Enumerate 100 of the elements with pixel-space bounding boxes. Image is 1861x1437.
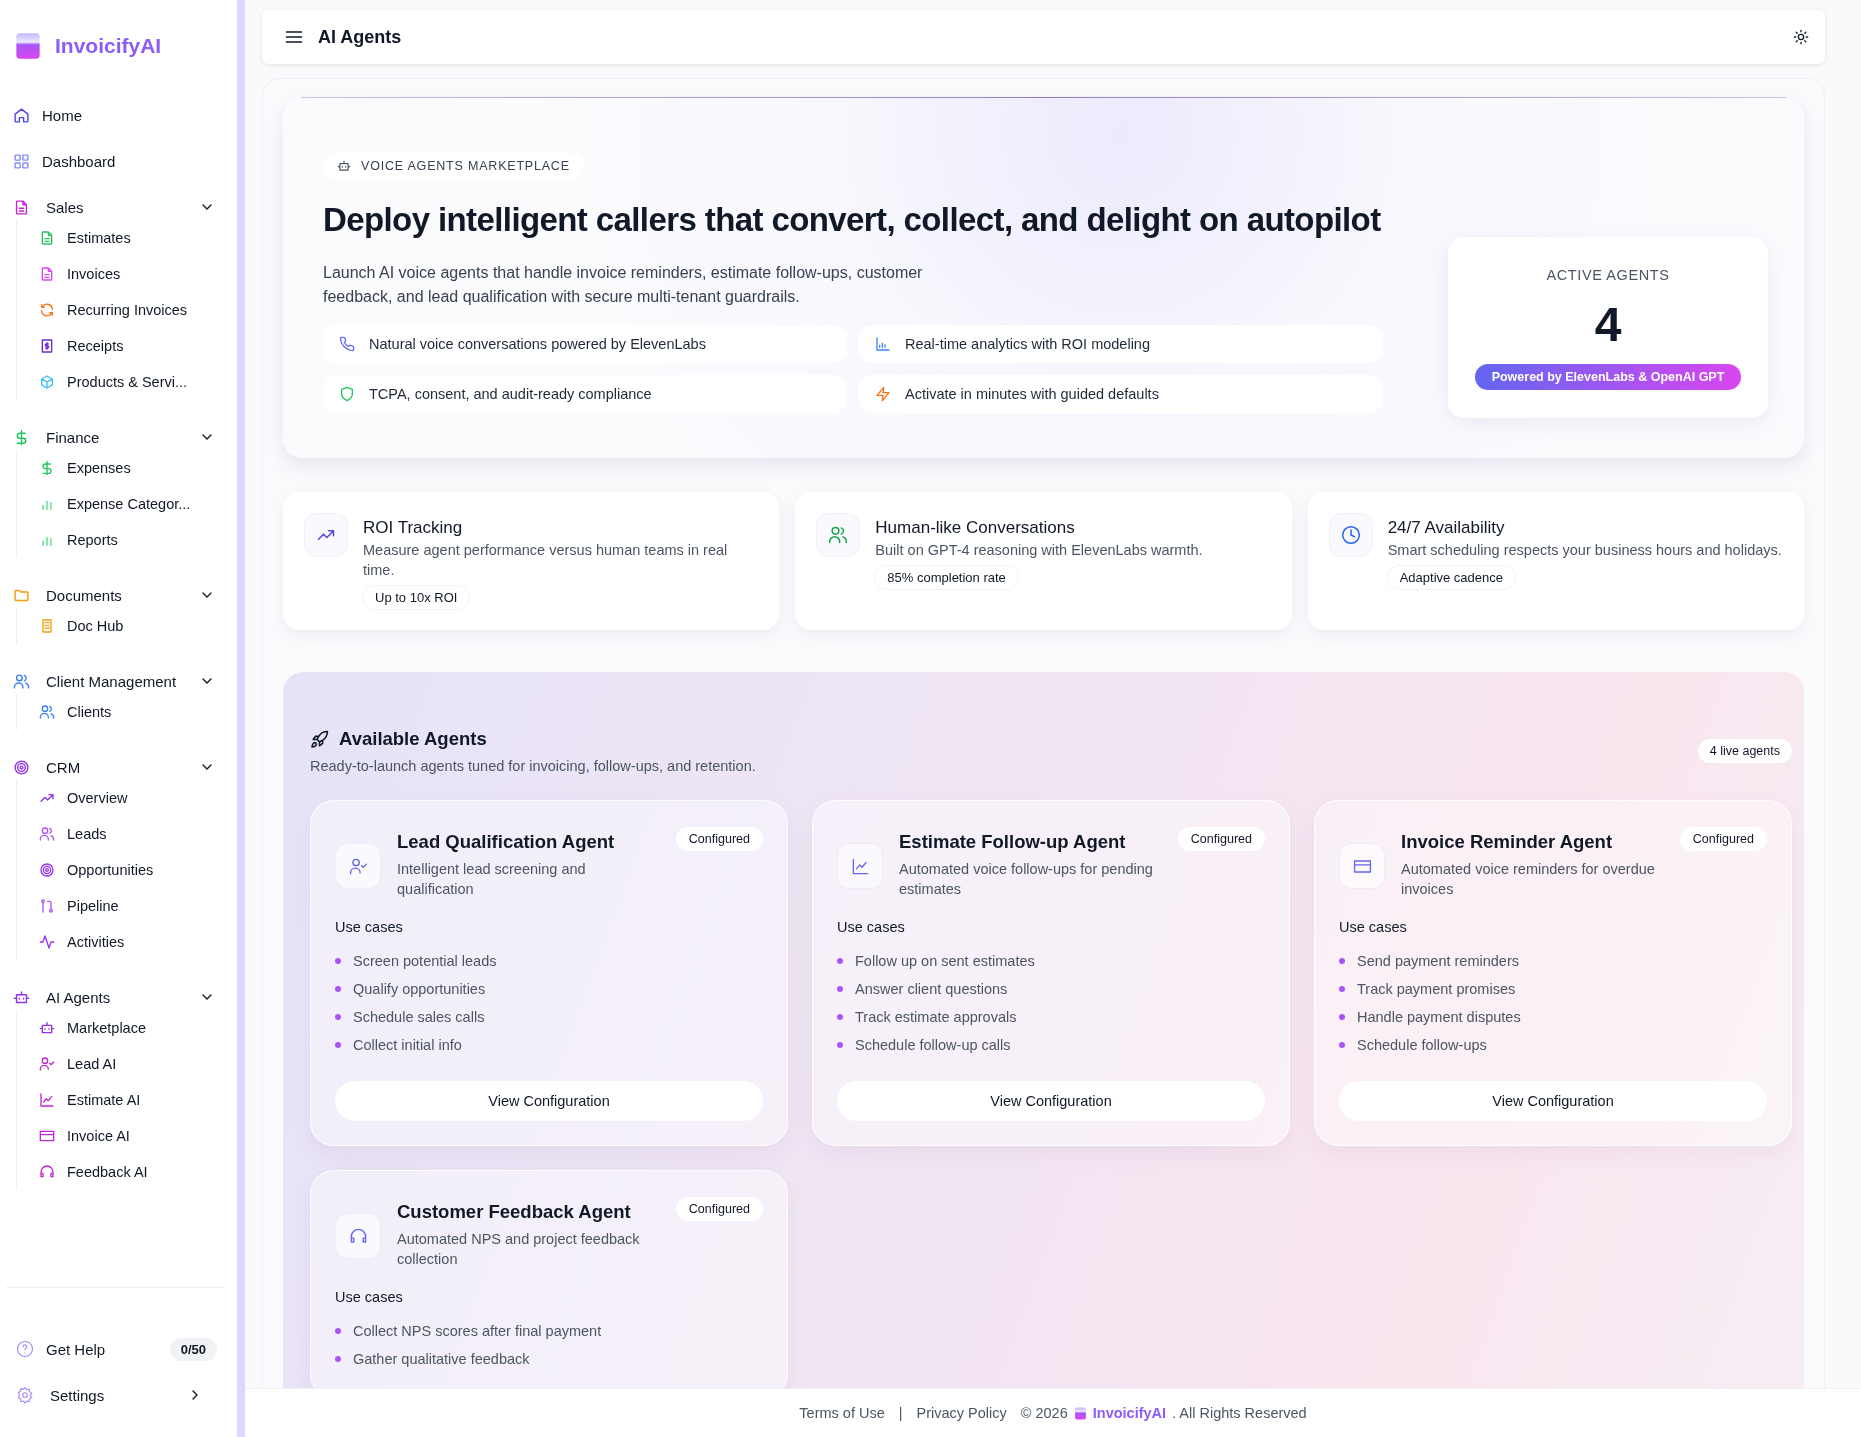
- status-badge: Configured: [675, 1197, 763, 1221]
- settings-link[interactable]: Settings: [16, 1372, 217, 1418]
- section-subtitle: Ready-to-launch agents tuned for invoicing, follow-ups, and retention.: [310, 758, 757, 774]
- use-cases-heading: Use cases: [335, 1289, 404, 1305]
- footer-link[interactable]: Terms of Use: [799, 1405, 885, 1421]
- use-case: Track estimate approvals: [855, 1009, 1017, 1025]
- highlight-description: Measure agent performance versus human teams in real time.: [363, 541, 729, 580]
- nav-item[interactable]: Invoices: [39, 256, 227, 292]
- nav-item[interactable]: Recurring Invoices: [39, 292, 227, 328]
- use-case: Follow up on sent estimates: [855, 953, 1035, 969]
- nav-item[interactable]: Activities: [39, 924, 227, 960]
- robot-icon: [39, 1020, 55, 1036]
- nav-item[interactable]: Reports: [39, 522, 227, 558]
- status-badge: Configured: [675, 827, 763, 851]
- theme-toggle[interactable]: [1793, 29, 1809, 45]
- use-case: Handle payment disputes: [1357, 1009, 1521, 1025]
- nav-item[interactable]: Lead AI: [39, 1046, 227, 1082]
- provider-badge: Powered by ElevenLabs & OpenAI GPT: [1474, 364, 1742, 390]
- agent-name: Customer Feedback Agent: [397, 1201, 632, 1223]
- nav-item[interactable]: Estimate AI: [39, 1082, 227, 1118]
- feature-chip: TCPA, consent, and audit-ready compliance: [323, 375, 847, 413]
- nav-item[interactable]: Feedback AI: [39, 1154, 227, 1190]
- logo-icon: [14, 32, 42, 60]
- document-icon: [13, 198, 30, 216]
- users-icon: [828, 525, 849, 545]
- credit-card-icon: [39, 1128, 55, 1144]
- receipt-icon: [39, 338, 55, 354]
- highlight-tag: Up to 10x ROI: [363, 586, 470, 609]
- hero-title: Deploy intelligent callers that convert, collect, and delight on autopilot: [323, 201, 1382, 239]
- help-icon: [16, 1340, 34, 1358]
- use-case: Qualify opportunities: [353, 981, 486, 997]
- line-chart-icon: [850, 856, 870, 876]
- rocket-icon: [310, 729, 329, 749]
- use-case: Collect NPS scores after final payment: [353, 1323, 602, 1339]
- highlight-description: Smart scheduling respects your business hours and holidays.: [1387, 541, 1782, 560]
- agent-description: Automated voice reminders for overdue invoices: [1401, 860, 1656, 899]
- bullet-icon: [837, 986, 843, 992]
- bullet-icon: [335, 1328, 341, 1334]
- robot-icon: [13, 988, 30, 1006]
- headset-icon: [348, 1226, 368, 1246]
- agent-description: Intelligent lead screening and qualification: [397, 860, 587, 899]
- use-case: Send payment reminders: [1357, 953, 1519, 969]
- agent-name: Lead Qualification Agent: [397, 831, 616, 853]
- nav-item[interactable]: Expense Categor...: [39, 486, 227, 522]
- section-badge: VOICE AGENTS MARKETPLACE: [323, 153, 584, 179]
- view-configuration-button[interactable]: View Configuration: [1339, 1081, 1767, 1121]
- bullet-icon: [335, 1042, 341, 1048]
- bullet-icon: [1339, 958, 1345, 964]
- nav-item[interactable]: Receipts: [39, 328, 227, 364]
- scrollbar[interactable]: [237, 0, 245, 1437]
- bullet-icon: [1339, 1042, 1345, 1048]
- nav-item[interactable]: Home: [13, 92, 227, 138]
- status-badge: Configured: [1679, 827, 1767, 851]
- user-check-icon: [39, 1056, 55, 1072]
- stat-value: 4: [1594, 297, 1622, 352]
- help-link[interactable]: Get Help 0/50: [16, 1326, 217, 1372]
- status-badge: Configured: [1177, 827, 1265, 851]
- view-configuration-button[interactable]: View Configuration: [837, 1081, 1265, 1121]
- clock-icon: [1340, 525, 1361, 545]
- footer-brand: InvoicifyAI: [1092, 1405, 1167, 1421]
- nav-item[interactable]: Dashboard: [13, 138, 227, 184]
- use-case: Collect initial info: [353, 1037, 462, 1053]
- document-icon: [39, 230, 55, 246]
- lightning-icon: [875, 386, 891, 402]
- dollar-icon: [39, 460, 55, 476]
- use-case: Screen potential leads: [353, 953, 497, 969]
- use-cases-heading: Use cases: [335, 919, 404, 935]
- rights-text: . All Rights Reserved: [1172, 1405, 1307, 1421]
- bullet-icon: [335, 958, 341, 964]
- bullet-icon: [837, 1042, 843, 1048]
- users-icon: [39, 826, 55, 842]
- brand-name: InvoicifyAI: [55, 34, 162, 58]
- feature-chip: Natural voice conversations powered by ElevenLabs: [323, 325, 847, 363]
- robot-icon: [337, 159, 351, 173]
- settings-icon: [16, 1386, 34, 1404]
- headset-icon: [39, 1164, 55, 1180]
- nav-item[interactable]: Pipeline: [39, 888, 227, 924]
- view-configuration-button[interactable]: View Configuration: [335, 1081, 763, 1121]
- use-case: Answer client questions: [855, 981, 1008, 997]
- nav-item[interactable]: Opportunities: [39, 852, 227, 888]
- bar-chart-icon: [875, 336, 891, 352]
- nav-item[interactable]: Leads: [39, 816, 227, 852]
- agent-name: Estimate Follow-up Agent: [899, 831, 1127, 853]
- feature-chip: Real-time analytics with ROI modeling: [859, 325, 1383, 363]
- shield-icon: [339, 386, 355, 402]
- footer-link[interactable]: Privacy Policy: [916, 1405, 1007, 1421]
- stat-label: ACTIVE AGENTS: [1546, 267, 1670, 283]
- use-case: Schedule follow-up calls: [855, 1037, 1011, 1053]
- use-cases-heading: Use cases: [837, 919, 906, 935]
- building-icon: [39, 618, 55, 634]
- nav-item[interactable]: Products & Servi...: [39, 364, 227, 400]
- use-cases-heading: Use cases: [1339, 919, 1408, 935]
- nav-item[interactable]: Invoice AI: [39, 1118, 227, 1154]
- agent-description: Automated voice follow-ups for pending estimates: [899, 860, 1154, 899]
- bullet-icon: [837, 958, 843, 964]
- pipeline-icon: [39, 898, 55, 914]
- bullet-icon: [1339, 986, 1345, 992]
- line-chart-icon: [39, 1092, 55, 1108]
- bullet-icon: [335, 986, 341, 992]
- highlight-title: Human-like Conversations: [875, 518, 1076, 538]
